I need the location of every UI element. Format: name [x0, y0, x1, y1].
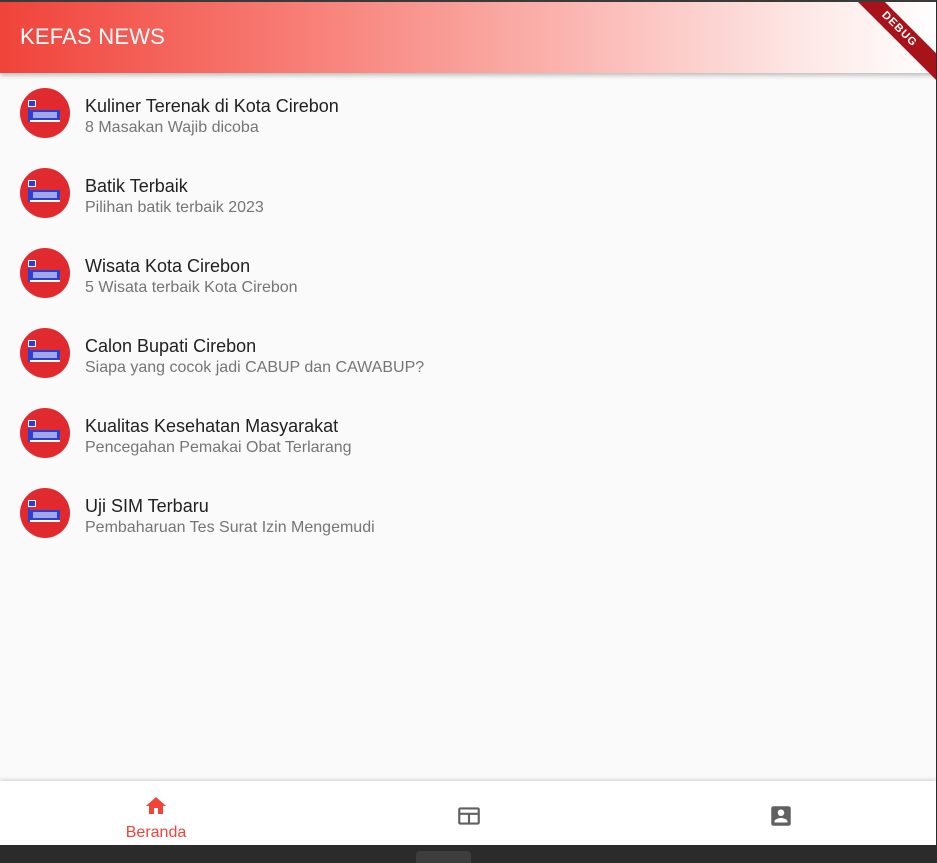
- account-box-icon: [771, 806, 791, 826]
- taskbar-app-button[interactable]: [416, 851, 471, 863]
- news-title: Batik Terbaik: [85, 176, 188, 196]
- news-subtitle: 8 Masakan Wajib dicoba: [85, 119, 259, 136]
- news-item[interactable]: Kuliner Terenak di Kota Cirebon 8 Masaka…: [0, 73, 936, 153]
- bottom-navigation: Beranda: [0, 781, 936, 845]
- news-title: Kualitas Kesehatan Masyarakat: [85, 416, 339, 436]
- news-logo-icon: [20, 488, 70, 538]
- nav-label-beranda: Beranda: [125, 824, 187, 841]
- news-title: Kuliner Terenak di Kota Cirebon: [85, 96, 339, 116]
- news-item[interactable]: Uji SIM Terbaru Pembaharuan Tes Surat Iz…: [0, 473, 936, 553]
- news-logo-icon: [20, 408, 70, 458]
- news-title: Wisata Kota Cirebon: [85, 256, 251, 276]
- nav-item-beranda[interactable]: Beranda: [0, 781, 312, 845]
- news-subtitle: Pencegahan Pemakai Obat Terlarang: [85, 439, 352, 456]
- news-title: Calon Bupati Cirebon: [85, 336, 257, 356]
- nav-item-news[interactable]: [312, 781, 624, 845]
- news-subtitle: Pilihan batik terbaik 2023: [85, 199, 264, 216]
- app-window: KEFAS NEWS DEBUG Kuliner Terenak di Kota…: [0, 0, 936, 845]
- os-taskbar: [0, 845, 937, 863]
- news-logo-icon: [20, 88, 70, 138]
- home-icon: [146, 797, 166, 814]
- news-subtitle: 5 Wisata terbaik Kota Cirebon: [85, 279, 298, 296]
- news-item[interactable]: Wisata Kota Cirebon 5 Wisata terbaik Kot…: [0, 233, 936, 313]
- news-logo-icon: [20, 328, 70, 378]
- news-subtitle: Pembaharuan Tes Surat Izin Mengemudi: [85, 519, 375, 536]
- news-item[interactable]: Calon Bupati Cirebon Siapa yang cocok ja…: [0, 313, 936, 393]
- news-item[interactable]: Batik Terbaik Pilihan batik terbaik 2023: [0, 153, 936, 233]
- app-title: KEFAS NEWS: [20, 24, 166, 49]
- news-subtitle: Siapa yang cocok jadi CABUP dan CAWABUP?: [85, 359, 425, 376]
- news-list: Kuliner Terenak di Kota Cirebon 8 Masaka…: [0, 73, 936, 553]
- newspaper-icon: [458, 807, 480, 825]
- news-logo-icon: [20, 248, 70, 298]
- app-bar: KEFAS NEWS: [0, 2, 936, 73]
- news-item[interactable]: Kualitas Kesehatan Masyarakat Pencegahan…: [0, 393, 936, 473]
- news-logo-icon: [20, 168, 70, 218]
- nav-item-account[interactable]: [624, 781, 936, 845]
- news-title: Uji SIM Terbaru: [85, 496, 209, 516]
